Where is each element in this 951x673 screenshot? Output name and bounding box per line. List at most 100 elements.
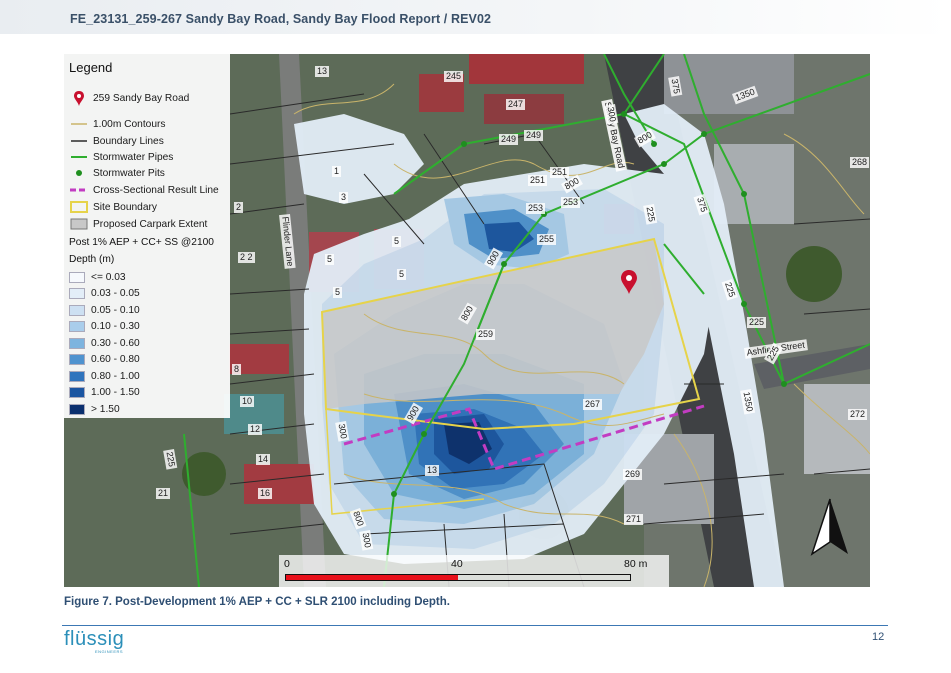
scale-bar: 0 40 80 m: [279, 555, 669, 587]
lot-label: 249: [524, 130, 544, 141]
lot-label: 12: [248, 424, 263, 435]
lot-label: 253: [561, 197, 581, 208]
legend-scenario: Post 1% AEP + CC+ SS @2100: [69, 237, 214, 248]
lot-label: 271: [624, 514, 644, 525]
carpark-swatch-icon: [69, 217, 89, 231]
legend-item-carpark: Proposed Carpark Extent: [69, 217, 207, 231]
dashed-line-icon: [69, 183, 89, 197]
lot-label: 21: [156, 488, 171, 499]
scale-bar-red-segment: [286, 575, 458, 580]
lot-label: 249: [499, 134, 519, 145]
tree-canopy: [786, 246, 842, 302]
depth-class-item: 0.05 - 0.10: [69, 303, 140, 317]
legend-item-pipes: Stormwater Pipes: [69, 150, 173, 164]
lot-label: 5: [333, 287, 343, 298]
legend-label: Stormwater Pipes: [93, 151, 174, 163]
scale-bar-graphic: [285, 574, 631, 581]
boundary-line-icon: [69, 134, 89, 148]
lot-label: 269: [623, 469, 643, 480]
lot-label: 10: [240, 396, 255, 407]
lot-label: 251: [550, 167, 570, 178]
lot-label: 253: [526, 203, 546, 214]
depth-class-label: 0.80 - 1.00: [91, 370, 140, 382]
depth-class-label: 0.05 - 0.10: [91, 304, 140, 316]
depth-class-item: 1.00 - 1.50: [69, 386, 140, 400]
legend-label: 1.00m Contours: [93, 118, 166, 130]
rooftop: [244, 464, 314, 504]
depth-class-item: > 1.50: [69, 402, 120, 416]
page-number: 12: [872, 631, 885, 643]
legend-label: Proposed Carpark Extent: [93, 218, 208, 230]
depth-class-item: 0.03 - 0.05: [69, 287, 140, 301]
depth-class-label: 0.10 - 0.30: [91, 321, 140, 332]
lot-label: 5: [325, 254, 335, 265]
lot-label: 247: [506, 99, 526, 110]
depth-swatch-icon: [69, 403, 85, 415]
depth-class-item: 0.30 - 0.60: [69, 336, 140, 350]
legend-label: Stormwater Pits: [93, 167, 165, 179]
figure-caption: Figure 7. Post-Development 1% AEP + CC +…: [64, 596, 450, 608]
depth-class-label: <= 0.03: [91, 271, 126, 283]
legend-label: Site Boundary: [93, 201, 157, 213]
depth-swatch-icon: [69, 387, 85, 398]
depth-class-label: 0.60 - 0.80: [91, 354, 140, 365]
rooftop: [804, 384, 870, 474]
flussig-logo: flüssig: [64, 628, 125, 650]
depth-swatch-icon: [69, 304, 85, 316]
legend-item-property: 259 Sandy Bay Road: [69, 91, 190, 106]
pit-dot-icon: [69, 166, 89, 180]
legend-item-site-boundary: Site Boundary: [69, 200, 157, 214]
depth-class-label: > 1.50: [91, 403, 120, 415]
lot-label: 268: [850, 157, 870, 168]
lot-label: 14: [256, 454, 271, 465]
depth-swatch-icon: [69, 321, 85, 332]
legend-item-cross-section: Cross-Sectional Result Line: [69, 183, 219, 197]
depth-swatch-icon: [69, 288, 85, 299]
depth-class-label: 0.03 - 0.05: [91, 288, 140, 299]
depth-class-label: 1.00 - 1.50: [91, 387, 140, 398]
depth-swatch-icon: [69, 271, 85, 283]
legend-item-pits: Stormwater Pits: [69, 166, 165, 180]
depth-class-item: 0.10 - 0.30: [69, 320, 140, 334]
contour-line-icon: [69, 117, 89, 131]
lot-label: 16: [258, 488, 273, 499]
legend-item-boundary: Boundary Lines: [69, 134, 164, 148]
pipe-size-label: 225: [747, 317, 767, 328]
site-boundary-swatch-icon: [69, 200, 89, 214]
lot-label: 13: [315, 66, 330, 77]
lot-label: 2: [234, 202, 244, 213]
lot-label: 245: [444, 71, 464, 82]
legend-label: Boundary Lines: [93, 135, 164, 147]
legend-label: Cross-Sectional Result Line: [93, 184, 219, 196]
lot-label: 1: [332, 166, 342, 177]
legend-title: Legend: [69, 60, 113, 75]
map-pin-icon: [69, 91, 89, 106]
scale-label-80: 80 m: [624, 558, 648, 570]
lot-label: 5: [397, 269, 407, 280]
report-header: FE_23131_259-267 Sandy Bay Road, Sandy B…: [0, 0, 951, 34]
lot-label: 259: [476, 329, 496, 340]
pipe-line-icon: [69, 150, 89, 164]
depth-swatch-icon: [69, 370, 85, 382]
footer-divider: [62, 625, 888, 626]
flussig-logo-subtitle: ENGINEERS: [95, 649, 124, 654]
lot-label: 251: [528, 175, 548, 186]
lot-label: 3: [339, 192, 349, 203]
lot-label: 5: [392, 236, 402, 247]
lot-label: 255: [537, 234, 557, 245]
lot-label: 2 2: [238, 252, 255, 263]
lot-label: 13: [425, 465, 440, 476]
depth-swatch-icon: [69, 337, 85, 349]
scale-label-40: 40: [451, 558, 463, 570]
scale-label-0: 0: [284, 558, 290, 570]
flood-depth-map: Sandy Bay Road Flinder Lane Ashfield Str…: [64, 54, 870, 587]
depth-class-item: 0.80 - 1.00: [69, 369, 140, 383]
rooftop: [469, 54, 584, 84]
map-legend: Legend 259 Sandy Bay Road 1.00m Contours…: [64, 54, 230, 418]
lot-label: 8: [232, 364, 242, 375]
depth-class-label: 0.30 - 0.60: [91, 337, 140, 349]
legend-depth-title: Depth (m): [69, 254, 115, 265]
depth-swatch-icon: [69, 354, 85, 365]
legend-label: 259 Sandy Bay Road: [93, 92, 190, 104]
depth-class-item: <= 0.03: [69, 270, 126, 284]
